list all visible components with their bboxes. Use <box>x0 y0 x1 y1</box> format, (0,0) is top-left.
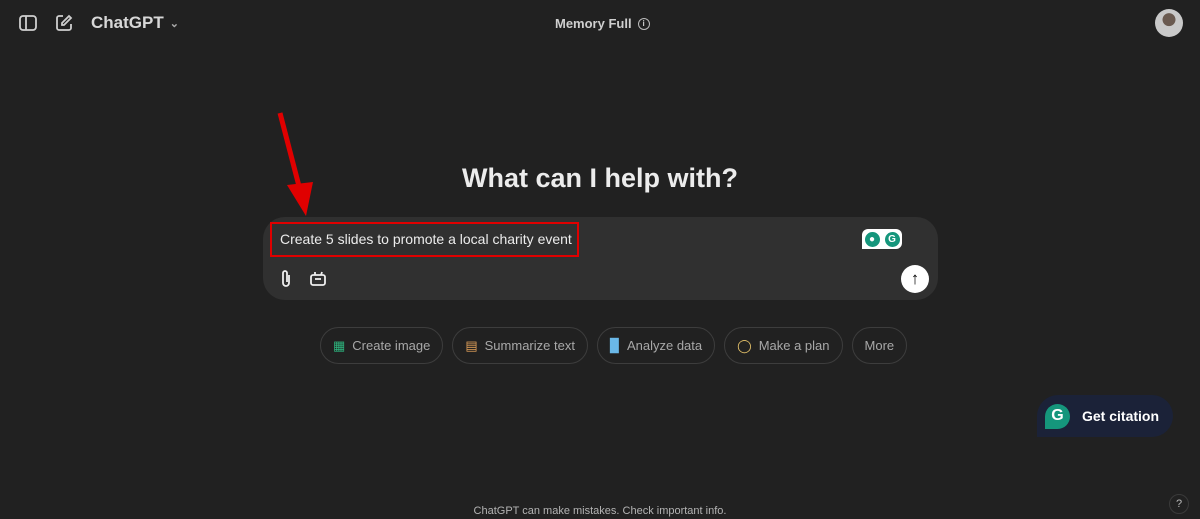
chip-label: Make a plan <box>758 338 830 353</box>
chip-create-image[interactable]: ▦ Create image <box>320 327 444 364</box>
chip-label: Create image <box>352 338 431 353</box>
chip-make-plan[interactable]: ◯ Make a plan <box>724 327 843 364</box>
grammarly-icon: G <box>884 231 900 247</box>
image-icon: ▦ <box>333 337 346 353</box>
new-chat-icon[interactable] <box>54 13 74 33</box>
disclaimer: ChatGPT can make mistakes. Check importa… <box>473 505 727 517</box>
grammarly-suggest-icon: ● <box>864 231 880 247</box>
memory-status[interactable]: Memory Full i <box>555 16 650 31</box>
chip-label: More <box>864 338 895 353</box>
send-button[interactable]: ↑ <box>901 265 929 293</box>
grammarly-logo-icon: G <box>1045 403 1070 429</box>
grammarly-widget[interactable]: ● G <box>862 229 902 249</box>
memory-label: Memory Full <box>555 16 632 31</box>
model-selector[interactable]: ChatGPT ⌄ <box>91 13 179 33</box>
tools-icon[interactable] <box>308 268 328 288</box>
page-title: What can I help with? <box>462 163 738 193</box>
info-icon: i <box>637 17 650 30</box>
chip-more[interactable]: More <box>851 327 908 364</box>
prompt-input[interactable]: Create 5 slides to promote a local chari… <box>270 222 579 257</box>
cite-label: Get citation <box>1082 408 1160 424</box>
chip-label: Analyze data <box>626 338 703 353</box>
chip-summarize-text[interactable]: ▤ Summarize text <box>452 327 588 364</box>
document-icon: ▤ <box>465 337 478 353</box>
sidebar-toggle-icon[interactable] <box>18 13 38 33</box>
help-button[interactable]: ? <box>1169 494 1189 514</box>
suggestion-chips: ▦ Create image ▤ Summarize text ▉ Analyze d… <box>320 327 908 364</box>
arrow-up-icon: ↑ <box>910 269 920 288</box>
chevron-down-icon: ⌄ <box>169 17 179 30</box>
avatar[interactable] <box>1155 9 1183 37</box>
model-name: ChatGPT <box>91 13 164 32</box>
lightbulb-icon: ◯ <box>737 337 752 353</box>
get-citation-button[interactable]: G Get citation <box>1037 395 1173 437</box>
chip-analyze-data[interactable]: ▉ Analyze data <box>596 327 716 364</box>
chip-label: Summarize text <box>484 338 575 353</box>
bar-chart-icon: ▉ <box>609 337 620 353</box>
paperclip-icon[interactable] <box>277 269 295 289</box>
